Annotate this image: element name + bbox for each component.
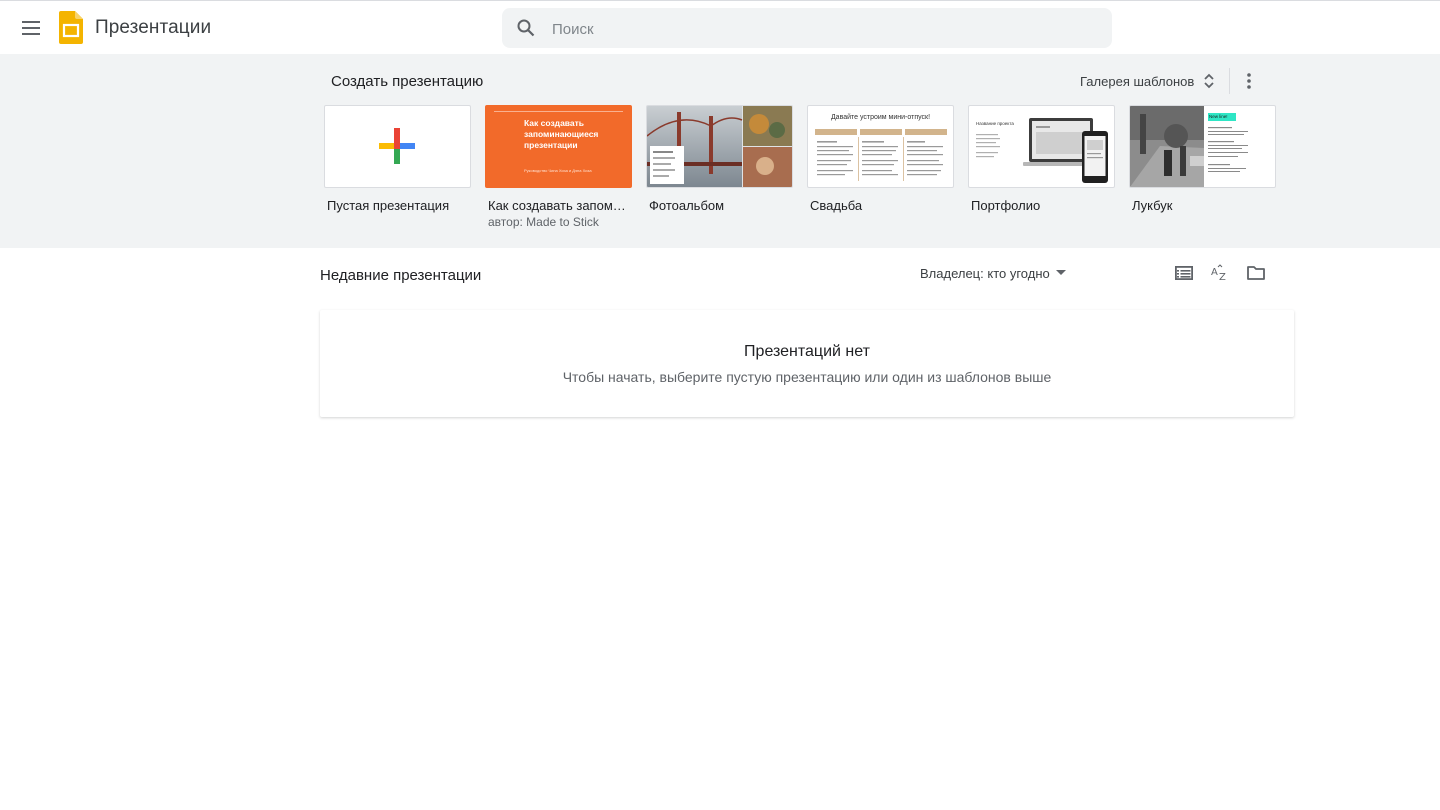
- folder-icon: [1247, 266, 1265, 280]
- sort-button[interactable]: A Z: [1206, 259, 1234, 287]
- thumb-caption: Руководство Чипа Хиза и Дэна Хиза: [524, 168, 592, 173]
- plus-icon: [379, 128, 415, 164]
- sort-az-icon: A Z: [1211, 264, 1226, 282]
- caret-down-icon: [1055, 270, 1066, 275]
- template-author: автор: Made to Stick: [488, 215, 599, 229]
- template-card-made-to-stick[interactable]: Как создавать запоминающиеся презентации…: [485, 105, 632, 229]
- search-bar[interactable]: [502, 8, 1112, 50]
- template-gallery-button[interactable]: Галерея шаблонов: [1072, 66, 1224, 96]
- thumb-heading: Давайте устроим мини-отпуск!: [830, 114, 931, 121]
- template-thumbnail[interactable]: Как создавать запоминающиеся презентации…: [485, 105, 632, 188]
- template-card-wedding[interactable]: Давайте устроим мини-отпуск! Свадьба: [807, 105, 954, 213]
- section-title: Создать презентацию: [331, 73, 484, 90]
- template-thumbnail[interactable]: New line!: [1129, 105, 1276, 188]
- list-view-icon: [1175, 266, 1193, 280]
- template-thumbnail[interactable]: [646, 105, 793, 188]
- search-input[interactable]: [550, 8, 1094, 50]
- divider: [1229, 68, 1230, 94]
- empty-state-card: Презентаций нет Чтобы начать, выберите п…: [320, 310, 1294, 417]
- thumb-rule: [494, 111, 623, 112]
- list-view-button[interactable]: [1170, 259, 1198, 287]
- template-card-blank[interactable]: Пустая презентация: [324, 105, 471, 213]
- open-file-picker-button[interactable]: [1242, 259, 1270, 287]
- template-name: Свадьба: [810, 198, 863, 213]
- app-title[interactable]: Презентации: [95, 17, 211, 39]
- main-menu-button[interactable]: [12, 9, 50, 47]
- empty-state-title: Презентаций нет: [744, 343, 870, 360]
- recent-section-title: Недавние презентации: [320, 267, 482, 284]
- template-name: Как создавать запоминающиеся презентации: [488, 198, 628, 213]
- thumb-heading: New line!: [1209, 114, 1228, 119]
- svg-text:Z: Z: [1219, 272, 1226, 282]
- template-card-lookbook[interactable]: New line! Лукбук: [1129, 105, 1276, 213]
- template-gallery-strip: Создать презентацию Галерея шаблонов Пус…: [0, 54, 1440, 248]
- photo-collage-image: [647, 106, 792, 187]
- more-vert-icon: [1247, 73, 1251, 89]
- top-bar: Презентации: [0, 0, 1440, 54]
- more-options-button[interactable]: [1236, 68, 1262, 94]
- template-thumbnail[interactable]: Давайте устроим мини-отпуск!: [807, 105, 954, 188]
- template-thumbnail[interactable]: [324, 105, 471, 188]
- owner-filter-label: Владелец: кто угодно: [920, 265, 1050, 281]
- thumb-heading: Как создавать запоминающиеся презентации: [524, 118, 599, 150]
- unfold-icon: [1204, 73, 1214, 89]
- empty-state-subtitle: Чтобы начать, выберите пустую презентаци…: [562, 369, 1052, 385]
- schedule-table-image: [815, 129, 947, 181]
- template-card-portfolio[interactable]: Название проекта Портфолио: [968, 105, 1115, 213]
- owner-filter-dropdown[interactable]: Владелец: кто угодно: [914, 262, 1072, 284]
- slides-logo-icon[interactable]: [59, 11, 83, 44]
- devices-image: [976, 118, 1108, 183]
- template-name: Фотоальбом: [649, 198, 725, 213]
- template-card-photo-album[interactable]: Фотоальбом: [646, 105, 793, 213]
- template-gallery-label: Галерея шаблонов: [1080, 73, 1195, 89]
- template-thumbnail[interactable]: Название проекта: [968, 105, 1115, 188]
- template-name: Пустая презентация: [327, 198, 450, 213]
- hamburger-icon: [22, 21, 40, 35]
- template-name: Лукбук: [1132, 198, 1173, 213]
- street-photo-image: [1130, 106, 1248, 187]
- template-name: Портфолио: [971, 198, 1041, 213]
- search-icon[interactable]: [516, 18, 536, 38]
- svg-text:A: A: [1211, 267, 1218, 278]
